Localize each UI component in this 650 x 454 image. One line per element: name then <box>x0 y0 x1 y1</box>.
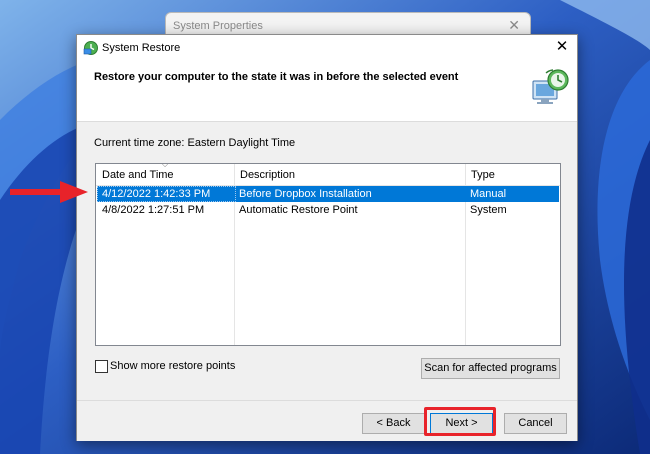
cancel-button[interactable]: Cancel <box>504 413 567 434</box>
show-more-label: Show more restore points <box>110 360 236 372</box>
timezone-label: Current time zone: Eastern Daylight Time <box>94 137 296 149</box>
column-type[interactable]: Type <box>465 164 495 186</box>
dialog-heading: Restore your computer to the state it wa… <box>94 71 459 83</box>
next-button-highlight <box>424 407 496 436</box>
table-row[interactable]: 4/8/2022 1:27:51 PM Automatic Restore Po… <box>97 202 559 218</box>
restore-graphic-icon <box>532 69 569 104</box>
row-description: Automatic Restore Point <box>239 204 358 216</box>
back-button[interactable]: < Back <box>362 413 425 434</box>
sort-arrow-icon: ⌵ <box>162 160 169 169</box>
restore-points-list[interactable]: Date and Time ⌵ Description Type 4/12/20… <box>95 160 561 346</box>
title-bar: System Restore ✕ <box>77 35 577 61</box>
close-icon[interactable]: ✕ <box>547 35 577 61</box>
dialog-title: System Restore <box>102 42 181 54</box>
show-more-checkbox[interactable] <box>95 360 108 373</box>
background-window-title: System Properties <box>173 20 263 32</box>
row-date: 4/12/2022 1:42:33 PM <box>102 188 211 200</box>
system-restore-icon <box>83 41 98 55</box>
scan-affected-programs-button[interactable]: Scan for affected programs <box>421 358 560 379</box>
row-description: Before Dropbox Installation <box>239 188 372 200</box>
dialog-footer: < Back Next > Cancel <box>77 400 577 441</box>
table-row[interactable]: 4/12/2022 1:42:33 PM Before Dropbox Inst… <box>97 186 559 202</box>
column-description[interactable]: Description <box>234 164 295 186</box>
row-type: Manual <box>470 188 507 200</box>
red-arrow-icon <box>10 181 88 203</box>
close-icon[interactable]: ✕ <box>508 17 520 34</box>
row-type: System <box>470 204 507 216</box>
content-area: Current time zone: Eastern Daylight Time… <box>77 121 577 400</box>
row-date: 4/8/2022 1:27:51 PM <box>102 204 205 216</box>
list-header: Date and Time ⌵ Description Type <box>96 160 560 186</box>
system-restore-dialog: System Restore ✕ Restore your computer t… <box>76 34 578 441</box>
